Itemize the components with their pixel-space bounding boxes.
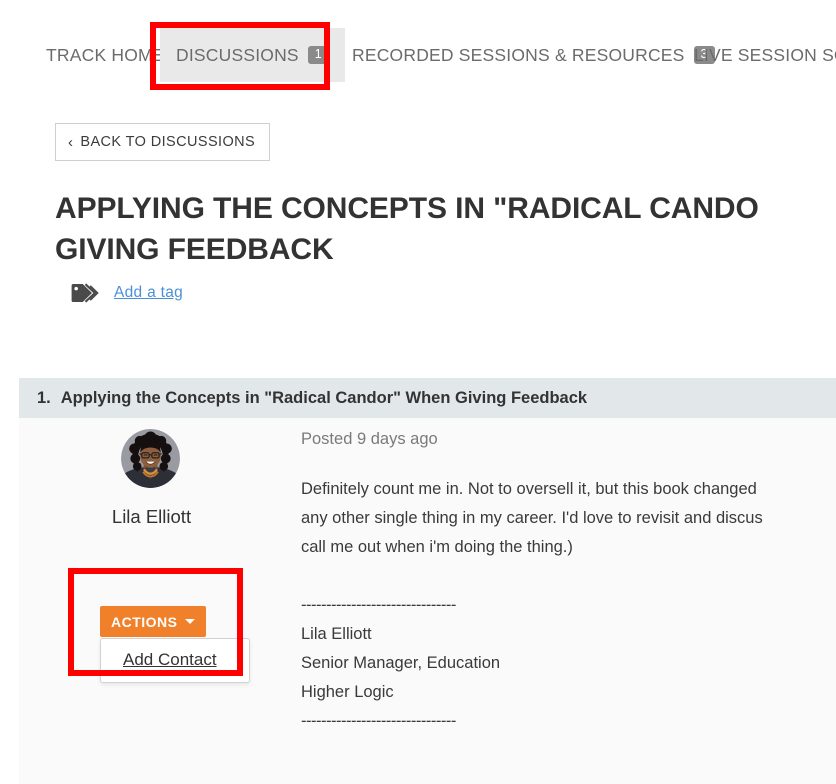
tab-label: LIVE SESSION SCH <box>694 44 836 65</box>
tab-label: RECORDED SESSIONS & RESOURCES <box>352 44 685 65</box>
page-title-line-1: APPLYING THE CONCEPTS IN "RADICAL CANDO <box>55 192 759 226</box>
post-body-column: Posted 9 days ago Definitely count me in… <box>284 418 836 784</box>
signature-line: Higher Logic <box>301 683 394 701</box>
tab-discussions[interactable]: DISCUSSIONS 1 <box>160 28 345 82</box>
caret-down-icon <box>184 619 195 624</box>
primary-tab-bar: TRACK HOME DISCUSSIONS 1 RECORDED SESSIO… <box>0 0 836 92</box>
thread-number: 1. <box>37 388 51 407</box>
signature-line: Lila Elliott <box>301 625 372 643</box>
post-author-name[interactable]: Lila Elliott <box>19 506 284 528</box>
tab-label: DISCUSSIONS <box>176 44 299 65</box>
page-title-line-2: GIVING FEEDBACK <box>55 233 334 267</box>
signature-rule-bottom: ------------------------------- <box>301 712 456 730</box>
post-body-spacer <box>301 562 836 591</box>
actions-dropdown-menu: Add Contact <box>100 638 250 683</box>
tab-recorded-sessions-and-resources[interactable]: RECORDED SESSIONS & RESOURCES 3 <box>336 28 731 82</box>
signature-line: Senior Manager, Education <box>301 654 501 672</box>
post-body-line: any other single thing in my career. I'd… <box>301 509 763 527</box>
thread-header: 1. Applying the Concepts in "Radical Can… <box>19 378 836 418</box>
back-button-label: BACK TO DISCUSSIONS <box>80 134 256 150</box>
post-author-column: Lila Elliott ACTIONS Add Contact <box>19 418 284 784</box>
tag-icon <box>71 283 99 303</box>
back-to-discussions-button[interactable]: ‹ BACK TO DISCUSSIONS <box>55 123 271 161</box>
post-body-line: call me out when i'm doing the thing.) <box>301 538 573 556</box>
post-body-text: Definitely count me in. Not to oversell … <box>301 475 836 736</box>
actions-button-label: ACTIONS <box>111 613 178 630</box>
tab-badge-count: 1 <box>307 46 329 64</box>
tab-label: TRACK HOME <box>46 44 165 65</box>
avatar[interactable] <box>121 429 180 488</box>
post-body-line: Definitely count me in. Not to oversell … <box>301 480 757 498</box>
post-timestamp: Posted 9 days ago <box>301 430 438 448</box>
chevron-left-icon: ‹ <box>68 133 74 151</box>
thread-title: Applying the Concepts in "Radical Candor… <box>60 388 588 407</box>
menu-item-add-contact[interactable]: Add Contact <box>101 648 249 672</box>
signature-rule-top: ------------------------------- <box>301 596 456 614</box>
tab-live-session-schedule[interactable]: LIVE SESSION SCH <box>678 28 836 82</box>
tab-track-home[interactable]: TRACK HOME <box>30 28 181 82</box>
add-a-tag-link[interactable]: Add a tag <box>114 284 183 302</box>
page-title: APPLYING THE CONCEPTS IN "RADICAL CANDO G… <box>55 188 836 270</box>
actions-button[interactable]: ACTIONS <box>100 606 206 637</box>
tag-row: Add a tag <box>70 278 183 308</box>
discussion-thread-panel: 1. Applying the Concepts in "Radical Can… <box>19 378 836 784</box>
